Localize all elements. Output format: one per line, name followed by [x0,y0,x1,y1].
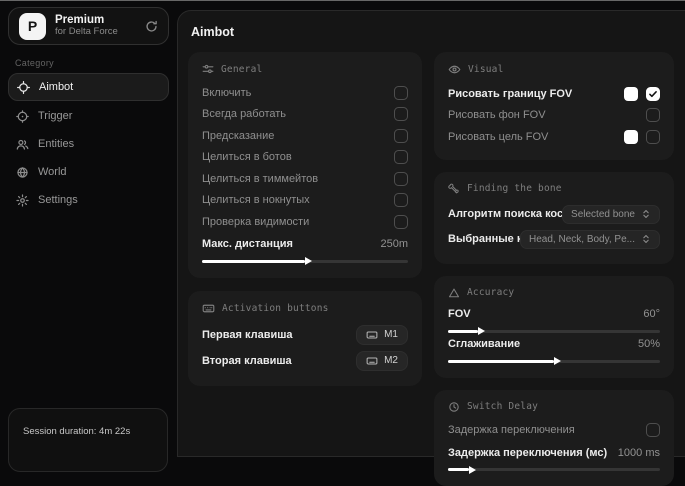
selected-bones-select[interactable]: Head, Neck, Body, Pe... [520,230,660,249]
panel-title: Switch Delay [467,401,538,412]
eye-icon [448,63,461,76]
slider-value: 250m [380,238,408,250]
slider-value: 50% [638,338,660,350]
toggle-row: Целиться в ботов [202,147,408,169]
sliders-icon [202,63,214,75]
chevron-updown-icon [641,209,651,219]
toggle-row: Предсказание [202,125,408,147]
toggle-row: Всегда работать [202,104,408,126]
keybind-button-primary[interactable]: M1 [356,325,408,345]
slider-label-row: Сглаживание 50% [448,336,660,353]
toggle-row: Рисовать цель FOV [448,126,660,148]
color-swatch[interactable] [624,130,638,144]
slider-label-row: Макс. дистанция 250m [202,236,408,253]
toggle-row: Рисовать фон FOV [448,105,660,127]
max-distance-slider[interactable] [202,260,408,263]
globe-icon [16,166,29,179]
sidebar-item-world[interactable]: World [0,158,177,186]
smoothing-slider[interactable] [448,360,660,363]
sidebar-item-label: Settings [38,194,78,206]
toggle-row: Проверка видимости [202,211,408,233]
sidebar-item-label: Entities [38,138,74,150]
panel-title: Finding the bone [467,183,562,194]
keybind-button-secondary[interactable]: M2 [356,351,408,371]
sidebar-item-entities[interactable]: Entities [0,130,177,158]
panel-title: Accuracy [467,287,514,298]
bone-icon [448,183,460,195]
session-duration-card: Session duration: 4m 22s [8,408,168,472]
window-top-border [0,0,685,1]
slider-value: 1000 ms [618,447,660,459]
trigger-icon [16,110,29,123]
fov-slider[interactable] [448,330,660,333]
toggle-row: Включить [202,82,408,104]
clock-icon [448,401,460,413]
sidebar-nav: Aimbot Trigger Entities [0,73,177,214]
panel-finding-the-bone: Finding the bone Алгоритм поиска кости S… [434,172,674,264]
sidebar-item-settings[interactable]: Settings [0,186,177,214]
keyboard-icon [366,329,378,341]
checkbox-prediction[interactable] [394,129,408,143]
brand-card: P Premium for Delta Force [8,7,169,45]
keyboard-icon [366,355,378,367]
keybind-row: Первая клавиша M1 [202,322,408,348]
panel-title: Visual [468,64,504,75]
checkbox-draw-fov-target[interactable] [646,130,660,144]
sidebar: P Premium for Delta Force Category Aimbo… [0,0,177,449]
sidebar-item-aimbot[interactable]: Aimbot [8,73,169,101]
product-logo: P [19,13,46,40]
panel-title: General [221,64,262,75]
checkbox-enable[interactable] [394,86,408,100]
checkbox-target-bots[interactable] [394,150,408,164]
keybind-row: Вторая клавиша M2 [202,348,408,374]
panel-accuracy: Accuracy FOV 60° Сглаживание 50% [434,276,674,378]
sidebar-item-label: Aimbot [39,81,73,93]
main-content: Aimbot General Включить [177,10,685,457]
entities-icon [16,138,29,151]
chevron-updown-icon [641,234,651,244]
slider-value: 60° [643,308,660,320]
checkbox-target-teammates[interactable] [394,172,408,186]
sidebar-item-label: Trigger [38,110,72,122]
sidebar-item-trigger[interactable]: Trigger [0,102,177,130]
panel-title: Activation buttons [222,303,329,314]
toggle-row: Целиться в нокнутых [202,190,408,212]
toggle-row: Задержка переключения [448,420,660,442]
panel-switch-delay: Switch Delay Задержка переключения Задер… [434,390,674,486]
bone-algorithm-select[interactable]: Selected bone [562,205,660,224]
gear-icon [16,194,29,207]
checkbox-switch-delay[interactable] [646,423,660,437]
category-label: Category [15,58,177,68]
toggle-row: Рисовать границу FOV [448,83,660,105]
crosshair-icon [17,81,30,94]
slider-label-row: FOV 60° [448,306,660,323]
checkbox-always-work[interactable] [394,107,408,121]
select-row: Выбранные кости Head, Neck, Body, Pe... [448,227,660,252]
toggle-row: Целиться в тиммейтов [202,168,408,190]
slider-label-row: Задержка переключения (мс) 1000 ms [448,444,660,461]
panel-activation-buttons: Activation buttons Первая клавиша M1 Вто… [188,291,422,386]
triangle-icon [448,287,460,299]
session-duration-text: Session duration: 4m 22s [23,426,130,437]
switch-delay-slider[interactable] [448,468,660,471]
page-title: Aimbot [191,25,680,39]
panel-general: General Включить Всегда работать Предска… [188,52,422,278]
checkbox-target-knocked[interactable] [394,193,408,207]
checkbox-draw-fov-border[interactable] [646,87,660,101]
checkbox-visibility-check[interactable] [394,215,408,229]
product-subtitle: for Delta Force [55,27,118,38]
keyboard-icon [202,302,215,315]
panel-visual: Visual Рисовать границу FOV Рисовать фон… [434,52,674,160]
checkbox-draw-fov-background[interactable] [646,108,660,122]
refresh-icon[interactable] [145,20,158,33]
sidebar-item-label: World [38,166,67,178]
color-swatch[interactable] [624,87,638,101]
select-row: Алгоритм поиска кости Selected bone [448,202,660,227]
